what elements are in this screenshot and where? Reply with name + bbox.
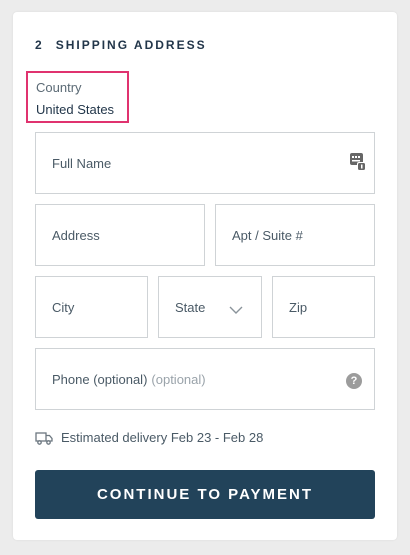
section-title: SHIPPING ADDRESS (55, 38, 207, 52)
phone-placeholder: Phone (optional) (52, 371, 148, 387)
city-placeholder: City (52, 299, 75, 315)
continue-to-payment-button[interactable]: CONTINUE TO PAYMENT (35, 470, 375, 519)
section-number: 2 (35, 38, 44, 52)
country-value: United States (36, 102, 115, 117)
truck-icon (35, 431, 53, 445)
full-name-field[interactable]: Full Name (35, 132, 375, 194)
state-placeholder: State (175, 299, 206, 315)
country-selector[interactable]: Country United States (26, 71, 129, 123)
zip-field[interactable]: Zip (272, 276, 375, 338)
address-placeholder: Address (52, 227, 100, 243)
apt-suite-field[interactable]: Apt / Suite # (215, 204, 375, 266)
city-field[interactable]: City (35, 276, 148, 338)
estimated-delivery: Estimated delivery Feb 23 - Feb 28 (35, 430, 263, 445)
help-icon[interactable]: ? (346, 373, 362, 389)
delivery-text: Estimated delivery Feb 23 - Feb 28 (61, 430, 264, 445)
section-heading: 2 SHIPPING ADDRESS (35, 38, 207, 52)
country-label: Country (36, 80, 82, 95)
zip-placeholder: Zip (289, 299, 308, 315)
apt-suite-placeholder: Apt / Suite # (232, 227, 303, 243)
continue-button-label: CONTINUE TO PAYMENT (96, 486, 314, 503)
state-select[interactable]: State (158, 276, 262, 338)
phone-field[interactable]: Phone (optional) (optional) ? (35, 348, 375, 410)
chevron-down-icon (229, 303, 243, 314)
checkout-card: 2 SHIPPING ADDRESS Country United States … (13, 12, 397, 540)
full-name-placeholder: Full Name (52, 155, 112, 171)
phone-optional-hint: (optional) (151, 371, 206, 387)
contact-card-icon[interactable] (350, 153, 366, 171)
address-field[interactable]: Address (35, 204, 205, 266)
